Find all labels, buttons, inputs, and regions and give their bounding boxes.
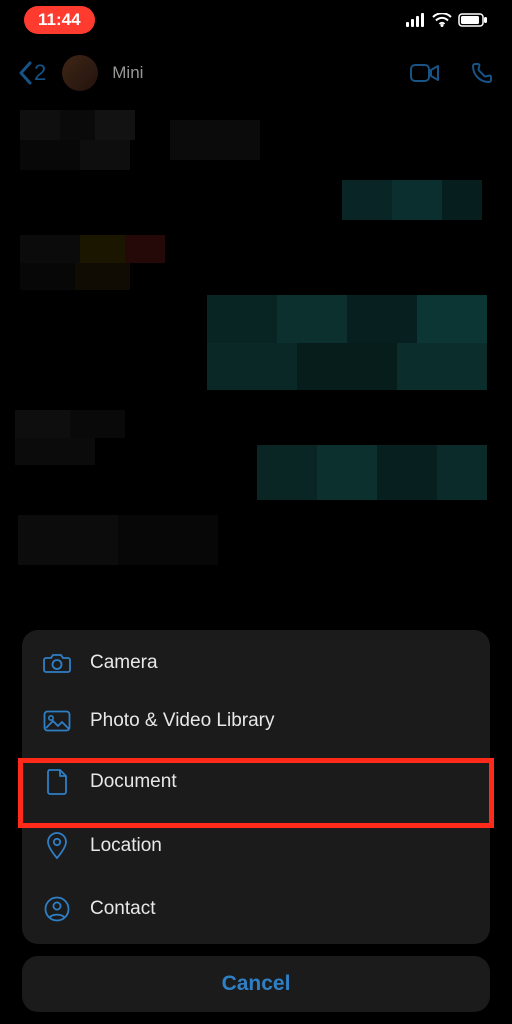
- photo-icon: [42, 710, 72, 732]
- battery-icon: [458, 13, 488, 27]
- location-icon: [42, 832, 72, 860]
- menu-item-camera[interactable]: Camera: [22, 634, 490, 692]
- menu-item-label: Location: [90, 835, 162, 857]
- chat-header: 2 Mini: [0, 48, 512, 98]
- attachment-sheet: Camera Photo & Video Library Document Lo…: [22, 630, 490, 1012]
- attachment-menu: Camera Photo & Video Library Document Lo…: [22, 630, 490, 944]
- cellular-icon: [406, 13, 426, 27]
- menu-item-document[interactable]: Document: [22, 750, 490, 814]
- status-icons: [406, 13, 488, 27]
- document-icon: [42, 768, 72, 796]
- menu-item-label: Contact: [90, 898, 155, 920]
- menu-item-label: Document: [90, 771, 177, 793]
- wifi-icon: [432, 13, 452, 27]
- camera-icon: [42, 652, 72, 674]
- avatar[interactable]: [62, 55, 98, 91]
- menu-item-label: Photo & Video Library: [90, 710, 275, 732]
- back-button[interactable]: 2: [18, 60, 46, 86]
- menu-item-contact[interactable]: Contact: [22, 878, 490, 940]
- menu-item-photo-library[interactable]: Photo & Video Library: [22, 692, 490, 750]
- voice-call-icon[interactable]: [470, 61, 494, 85]
- contact-name: Mini: [112, 64, 143, 83]
- video-call-icon[interactable]: [410, 63, 440, 83]
- menu-item-label: Camera: [90, 652, 158, 674]
- contact-icon: [42, 896, 72, 922]
- time-pill[interactable]: 11:44: [24, 6, 95, 34]
- cancel-button[interactable]: Cancel: [22, 956, 490, 1012]
- back-count: 2: [34, 60, 46, 86]
- status-bar: 11:44: [0, 0, 512, 40]
- menu-item-location[interactable]: Location: [22, 814, 490, 878]
- header-title-block[interactable]: Mini: [112, 64, 143, 83]
